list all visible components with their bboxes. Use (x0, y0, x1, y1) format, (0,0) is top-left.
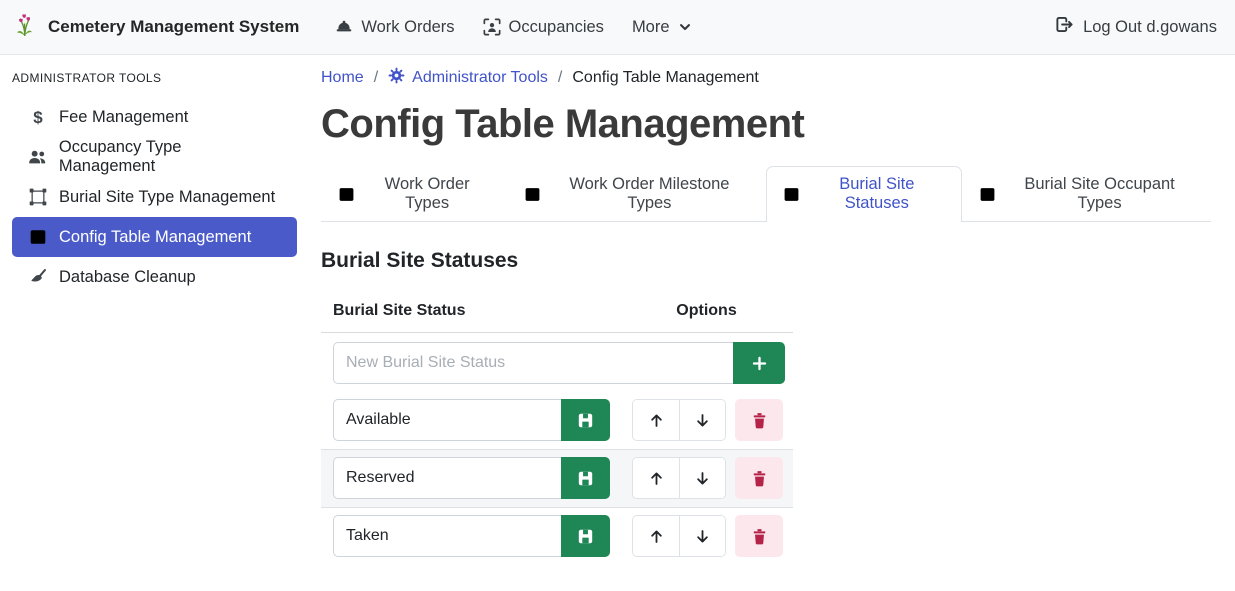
status-input[interactable] (333, 457, 561, 499)
tab-label: Work Order Milestone Types (550, 175, 748, 213)
move-up-button[interactable] (633, 400, 679, 440)
tab-burial-site-occupant-types[interactable]: Burial Site Occupant Types (962, 166, 1211, 221)
status-input[interactable] (333, 515, 561, 557)
sidebar-item-config-table-management[interactable]: Config Table Management (12, 217, 297, 257)
sidebar-item-label: Burial Site Type Management (59, 188, 275, 207)
tab-label: Burial Site Occupant Types (1005, 175, 1194, 213)
breadcrumb-home-label: Home (321, 69, 364, 87)
save-icon (577, 470, 594, 487)
sidebar-item-fee-management[interactable]: $ Fee Management (12, 97, 297, 137)
nav-item-label: More (632, 18, 670, 37)
table-icon (28, 228, 48, 246)
move-up-button[interactable] (633, 516, 679, 556)
sidebar-item-occupancy-type-management[interactable]: Occupancy Type Management (12, 137, 297, 177)
sidebar-item-label: Config Table Management (59, 228, 251, 247)
delete-status-button[interactable] (735, 399, 783, 441)
save-status-button[interactable] (561, 399, 610, 441)
move-down-button[interactable] (679, 516, 725, 556)
hard-hat-icon (335, 18, 353, 36)
add-status-button[interactable] (733, 342, 785, 384)
reorder-group (632, 515, 726, 557)
logout-button[interactable]: Log Out d.gowans (1055, 15, 1217, 39)
column-header-status: Burial Site Status (321, 294, 620, 333)
logout-icon (1055, 15, 1074, 39)
people-icon (28, 148, 48, 167)
top-navbar: Cemetery Management System Work Orders (0, 0, 1235, 55)
plus-icon (751, 355, 768, 372)
move-down-button[interactable] (679, 400, 725, 440)
status-input[interactable] (333, 399, 561, 441)
nav-item-more[interactable]: More (618, 10, 706, 45)
table-icon (338, 186, 355, 203)
save-status-button[interactable] (561, 457, 610, 499)
status-row (321, 392, 793, 450)
dollar-icon: $ (28, 109, 48, 126)
reorder-group (632, 457, 726, 499)
breadcrumb-separator: / (364, 69, 388, 87)
status-table: Burial Site Status Options (321, 294, 793, 565)
breadcrumb-separator: / (548, 69, 572, 87)
save-icon (577, 528, 594, 545)
sidebar-heading: ADMINISTRATOR TOOLS (12, 71, 297, 85)
chevron-down-icon (678, 20, 692, 34)
logout-label: Log Out d.gowans (1083, 18, 1217, 37)
move-down-button[interactable] (679, 458, 725, 498)
nav-item-work-orders[interactable]: Work Orders (321, 10, 468, 45)
column-header-options: Options (620, 294, 793, 333)
breadcrumb-admin-tools-link[interactable]: Administrator Tools (388, 67, 548, 89)
sidebar-item-label: Occupancy Type Management (59, 138, 281, 176)
delete-status-button[interactable] (735, 457, 783, 499)
save-icon (577, 412, 594, 429)
trash-icon (751, 528, 768, 545)
tab-label: Work Order Types (364, 175, 490, 213)
breadcrumb-home-link[interactable]: Home (321, 69, 364, 87)
sidebar-item-database-cleanup[interactable]: Database Cleanup (12, 257, 297, 297)
app-title: Cemetery Management System (48, 17, 299, 37)
status-row (321, 450, 793, 508)
main-content: Home / (309, 55, 1235, 591)
navbar-links: Work Orders Occupancies More (321, 10, 705, 45)
table-icon (524, 186, 541, 203)
status-row (321, 508, 793, 566)
move-up-button[interactable] (633, 458, 679, 498)
reorder-group (632, 399, 726, 441)
trash-icon (751, 470, 768, 487)
new-status-row (321, 333, 793, 393)
page-title: Config Table Management (321, 102, 1211, 147)
nav-item-occupancies[interactable]: Occupancies (469, 10, 618, 45)
breadcrumb-current: Config Table Management (572, 69, 759, 87)
nav-item-label: Occupancies (509, 18, 604, 37)
person-bounding-box-icon (483, 18, 501, 36)
trash-icon (751, 412, 768, 429)
tab-work-order-types[interactable]: Work Order Types (321, 166, 507, 221)
bounding-box-icon (28, 188, 48, 206)
sidebar-item-label: Database Cleanup (59, 268, 196, 287)
sidebar-item-label: Fee Management (59, 108, 188, 127)
table-icon (783, 186, 800, 203)
section-heading: Burial Site Statuses (321, 249, 1211, 273)
tab-burial-site-statuses[interactable]: Burial Site Statuses (766, 166, 963, 221)
broom-icon (28, 268, 48, 286)
delete-status-button[interactable] (735, 515, 783, 557)
save-status-button[interactable] (561, 515, 610, 557)
new-status-input[interactable] (333, 342, 733, 384)
table-icon (979, 186, 996, 203)
tab-work-order-milestone-types[interactable]: Work Order Milestone Types (507, 166, 765, 221)
app-brand[interactable]: Cemetery Management System (12, 12, 299, 43)
sidebar-item-burial-site-type-management[interactable]: Burial Site Type Management (12, 177, 297, 217)
table-header-row: Burial Site Status Options (321, 294, 793, 333)
admin-sidebar: ADMINISTRATOR TOOLS $ Fee Management Occ… (0, 55, 309, 591)
tab-label: Burial Site Statuses (809, 175, 946, 213)
breadcrumb: Home / (321, 67, 1211, 89)
gear-icon (388, 67, 405, 89)
tulip-logo-icon (12, 12, 38, 43)
nav-item-label: Work Orders (361, 18, 454, 37)
config-tabs: Work Order Types Work Order Milestone Ty… (321, 166, 1211, 222)
breadcrumb-admin-tools-label: Administrator Tools (412, 69, 548, 87)
